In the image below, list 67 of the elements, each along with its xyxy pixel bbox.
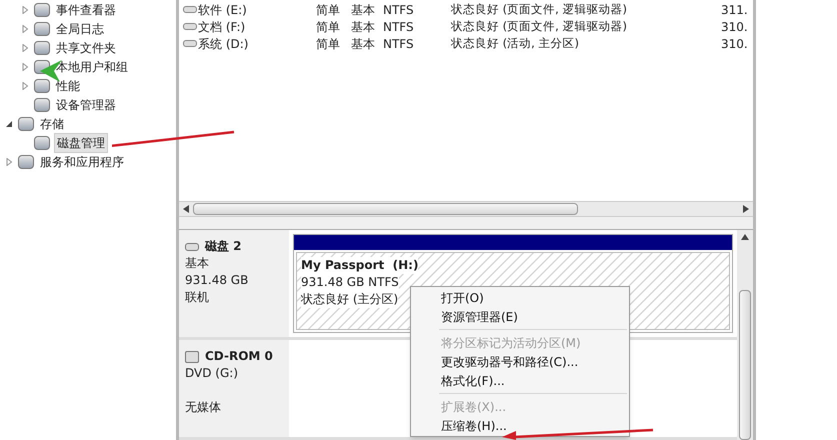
tree-item[interactable]: 性能 (54, 76, 82, 94)
partition-name: My Passport (H:) (301, 257, 418, 274)
menu-item[interactable]: 资源管理器(E) (411, 307, 629, 326)
tree-item[interactable]: 共享文件夹 (54, 38, 118, 56)
filesystem-cell-text: NTFS (383, 2, 415, 18)
expanded-arrow-icon[interactable] (5, 120, 13, 128)
tree-node-icon (34, 22, 50, 36)
disk-info: 基本 (185, 255, 210, 272)
disk-name: CD-ROM 0 (205, 348, 273, 365)
disk-info: DVD (G:) (185, 365, 239, 382)
partition-status: 状态良好 (主分区) (301, 291, 398, 308)
tree-node-icon (34, 78, 50, 92)
status-cell-text: 状态良好 (页面文件, 逻辑驱动器) (451, 0, 628, 18)
status-cell-text: 状态良好 (页面文件, 逻辑驱动器) (451, 18, 628, 35)
collapsed-arrow-icon[interactable] (21, 24, 29, 32)
collapsed-arrow-icon[interactable] (21, 82, 29, 90)
scroll-left-icon[interactable] (183, 205, 189, 213)
disk-info: 931.48 GB (185, 272, 250, 289)
tree-node-icon (18, 116, 34, 130)
volume-name: 文档 (F:) (198, 18, 246, 36)
scroll-right-icon[interactable] (743, 205, 749, 213)
collapsed-arrow-icon[interactable] (21, 62, 29, 70)
filesystem-cell-text: NTFS (383, 36, 415, 52)
capacity-cell-text: 310. (721, 36, 748, 52)
scroll-up-icon[interactable] (741, 234, 749, 240)
disk-info: 无媒体 (185, 399, 222, 416)
volume-name: 系统 (D:) (198, 36, 250, 52)
vertical-scrollbar[interactable] (737, 230, 753, 440)
menu-item[interactable]: 打开(O) (411, 288, 629, 307)
horizontal-scrollbar[interactable] (179, 200, 753, 218)
scroll-thumb[interactable] (193, 203, 578, 215)
tree-item[interactable]: 服务和应用程序 (38, 152, 126, 170)
tree-item[interactable]: 全局日志 (54, 20, 106, 38)
volume-name: 软件 (E:) (198, 2, 248, 18)
scroll-thumb[interactable] (739, 290, 751, 440)
menu-item[interactable]: 格式化(F)... (411, 371, 629, 390)
drive-icon (183, 23, 197, 30)
partition-size: 931.48 GB NTFS (301, 274, 399, 291)
tree-node-icon (18, 154, 34, 168)
tree-item[interactable]: 事件查看器 (54, 0, 118, 18)
collapsed-arrow-icon[interactable] (21, 44, 29, 52)
drive-icon (183, 40, 197, 47)
menu-item[interactable]: 压缩卷(H)... (411, 416, 629, 435)
type-cell-text: 基本 (351, 36, 376, 52)
drive-icon (183, 6, 197, 13)
capacity-cell-text: 310. (721, 18, 748, 36)
disk-info: 联机 (185, 289, 210, 306)
layout-cell-text: 简单 (316, 2, 341, 18)
filesystem-cell-text: NTFS (383, 18, 415, 36)
type-cell-text: 基本 (351, 2, 376, 18)
collapsed-arrow-icon[interactable] (21, 6, 29, 14)
layout-cell-text: 简单 (316, 36, 341, 52)
disk-name: 磁盘 2 (205, 238, 242, 255)
optical-drive-icon (185, 350, 199, 362)
layout-cell-text: 简单 (316, 18, 341, 36)
collapsed-arrow-icon[interactable] (5, 158, 13, 166)
menu-item[interactable]: 更改驱动器号和路径(C)... (411, 352, 629, 371)
tree-node-icon (34, 2, 50, 16)
capacity-cell-text: 311. (721, 2, 748, 18)
status-cell-text: 状态良好 (活动, 主分区) (451, 34, 580, 52)
type-cell-text: 基本 (351, 18, 376, 36)
tree-node-icon (34, 40, 50, 54)
tree-item[interactable]: 设备管理器 (54, 96, 118, 114)
tree-item[interactable]: 磁盘管理 (54, 132, 108, 152)
tree-item[interactable]: 存储 (38, 114, 66, 132)
tree-node-icon (34, 136, 50, 150)
tree-node-icon (34, 98, 50, 112)
